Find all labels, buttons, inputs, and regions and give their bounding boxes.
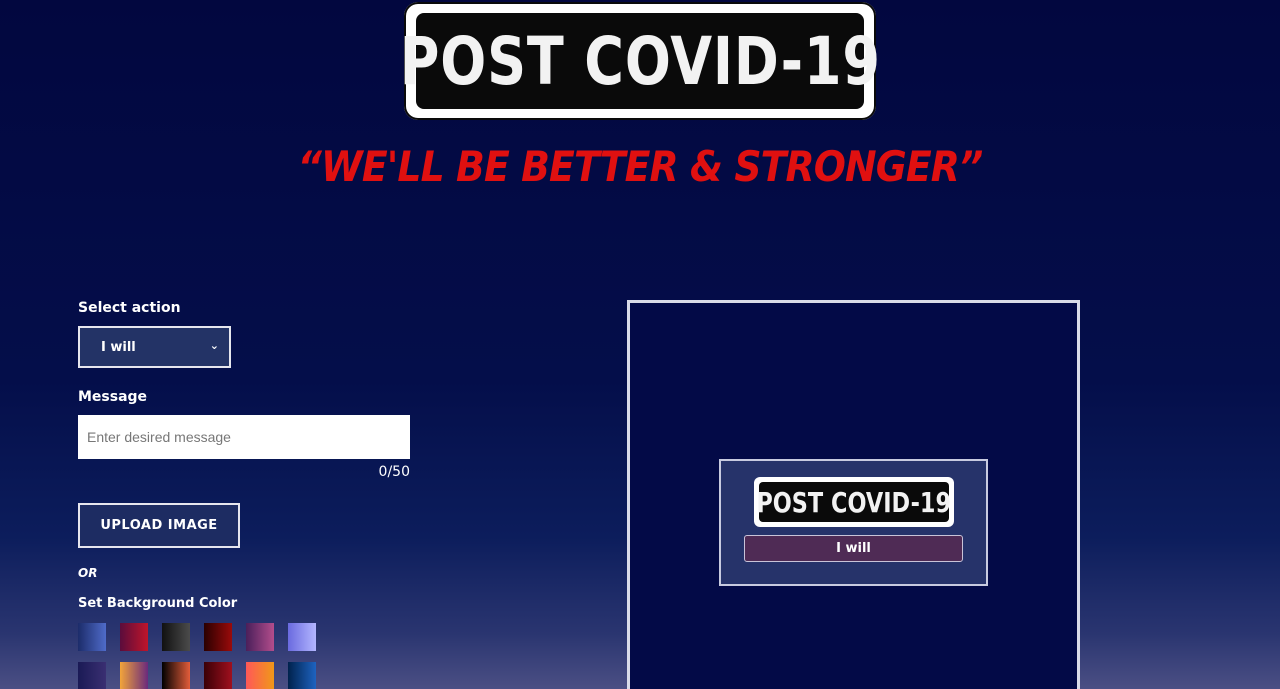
color-swatch-maroon-gradient[interactable]	[204, 662, 232, 689]
preview-logo-text: POST COVID-19	[756, 485, 952, 519]
color-swatch-ember-gradient[interactable]	[162, 662, 190, 689]
select-action-label: Select action	[78, 300, 181, 316]
preview-logo-inner: POST COVID-19	[756, 482, 952, 522]
color-swatch-lavender-gradient[interactable]	[288, 623, 316, 651]
preview-logo: POST COVID-19	[754, 477, 954, 527]
tagline: “WE'LL BE BETTER & STRONGER”	[297, 142, 984, 191]
color-swatch-purple-gradient[interactable]	[246, 623, 274, 651]
color-swatch-black-gradient[interactable]	[162, 623, 190, 651]
or-divider: OR	[78, 566, 98, 580]
post-covid-logo: POST COVID-19	[399, 2, 880, 120]
color-swatch-sunset-gradient[interactable]	[246, 662, 274, 689]
color-swatch-darkred-gradient[interactable]	[204, 623, 232, 651]
color-swatch-crimson-gradient[interactable]	[120, 623, 148, 651]
color-swatch-navy-purple-gradient[interactable]	[78, 662, 106, 689]
preview-message-pill: I will	[744, 535, 963, 562]
action-select[interactable]: I will ⌄	[78, 326, 231, 368]
message-input[interactable]: Enter desired message	[78, 415, 410, 459]
color-swatch-orange-gradient[interactable]	[120, 662, 148, 689]
action-select-value: I will	[101, 339, 136, 355]
background-color-label: Set Background Color	[78, 596, 238, 611]
chevron-down-icon: ⌄	[209, 339, 219, 352]
message-label: Message	[78, 389, 148, 405]
logo-inner: POST COVID-19	[399, 13, 880, 109]
logo-text: POST COVID-19	[399, 22, 881, 100]
message-placeholder: Enter desired message	[87, 429, 231, 445]
character-counter: 0/50	[378, 464, 410, 480]
color-swatch-blue-gradient[interactable]	[78, 623, 106, 651]
color-swatch-ocean-gradient[interactable]	[288, 662, 316, 689]
upload-image-button[interactable]: UPLOAD IMAGE	[78, 503, 240, 548]
